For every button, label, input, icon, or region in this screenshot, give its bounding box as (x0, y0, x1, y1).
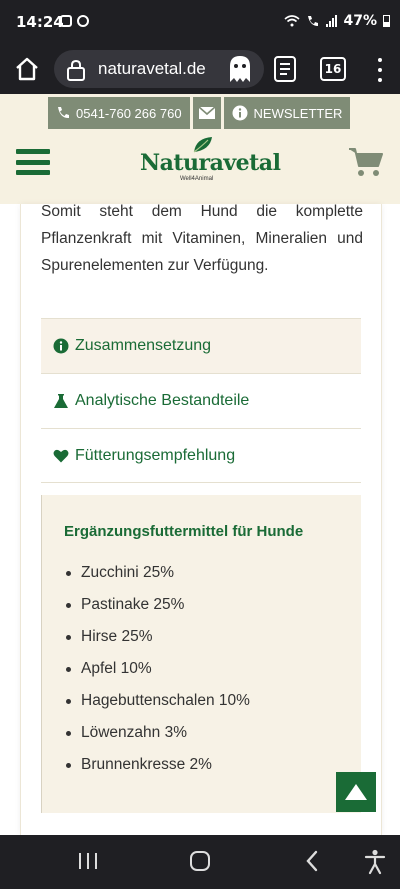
ingredient-list: Zucchini 25% Pastinake 25% Hirse 25% Apf… (64, 557, 250, 781)
info-icon (232, 105, 248, 121)
contact-bar: 0541-760 266 760 NEWSLETTER (48, 97, 351, 129)
product-accordion: Zusammensetzung Analytische Bestandteile… (41, 318, 361, 483)
product-content: Somit steht dem Hund die komplette Pflan… (20, 204, 382, 835)
hamburger-menu-icon[interactable] (16, 149, 50, 175)
phone-link[interactable]: 0541-760 266 760 (48, 97, 190, 129)
notification-sync-icon (77, 15, 89, 27)
accessibility-icon[interactable] (364, 849, 386, 875)
browser-menu-icon[interactable] (372, 56, 388, 84)
browser-toolbar: naturavetal.de 16 (0, 44, 400, 94)
accordion-feeding-recommendation[interactable]: Fütterungsempfehlung (41, 428, 361, 483)
status-right: 47% (284, 13, 390, 29)
notification-icons (60, 15, 89, 27)
signal-icon (326, 15, 338, 27)
accordion-label: Zusammensetzung (75, 337, 212, 354)
newsletter-link[interactable]: NEWSLETTER (223, 97, 351, 129)
back-icon[interactable] (304, 850, 320, 872)
battery-percentage: 47% (343, 13, 377, 29)
list-item: Brunnenkresse 2% (64, 749, 250, 781)
envelope-icon (198, 106, 216, 119)
list-item: Hirse 25% (64, 621, 250, 653)
panel-title: Ergänzungsfuttermittel für Hunde (64, 523, 304, 540)
composition-panel: Ergänzungsfuttermittel für Hunde Zucchin… (41, 495, 361, 813)
email-link[interactable] (192, 97, 221, 129)
phone-number: 0541-760 266 760 (76, 105, 182, 121)
home-icon[interactable] (12, 54, 42, 84)
home-button-icon[interactable] (190, 851, 210, 871)
cart-icon[interactable] (348, 146, 384, 178)
list-item: Zucchini 25% (64, 557, 250, 589)
newsletter-label: NEWSLETTER (253, 105, 343, 121)
status-bar: 14:24 47% (0, 0, 400, 44)
logo-tagline: Well4Animal (180, 176, 214, 182)
heart-icon (53, 449, 69, 462)
accordion-analytical-constituents[interactable]: Analytische Bestandteile (41, 373, 361, 428)
reader-mode-icon[interactable] (272, 54, 298, 84)
url-text: naturavetal.de (98, 59, 206, 78)
site-logo[interactable]: Naturavetal Well4Animal (140, 136, 281, 186)
accordion-label: Fütterungsempfehlung (75, 446, 236, 464)
accordion-composition[interactable]: Zusammensetzung (41, 318, 361, 373)
list-item: Löwenzahn 3% (64, 717, 250, 749)
list-item: Pastinake 25% (64, 589, 250, 621)
list-item: Apfel 10% (64, 653, 250, 685)
logo-brand: Naturavetal (140, 150, 281, 176)
lock-icon (67, 59, 85, 81)
phone-icon (58, 107, 69, 119)
scroll-to-top-button[interactable] (336, 772, 376, 812)
site-header: 0541-760 266 760 NEWSLETTER Naturavetal … (0, 94, 400, 204)
recent-apps-icon[interactable] (79, 853, 97, 869)
call-icon (308, 16, 319, 26)
intro-paragraph: Somit steht dem Hund die komplette Pflan… (41, 204, 363, 274)
list-item: Hagebuttenschalen 10% (64, 685, 250, 717)
ghost-icon[interactable] (226, 54, 254, 84)
tab-switcher-button[interactable]: 16 (320, 57, 346, 81)
flask-icon (54, 394, 68, 408)
accordion-label: Analytische Bestandteile (75, 392, 250, 409)
system-navigation-bar (0, 835, 400, 889)
status-time: 14:24 (16, 13, 64, 31)
wifi-icon (284, 15, 301, 27)
battery-icon (383, 15, 390, 27)
info-icon (53, 338, 69, 354)
notification-app-icon (60, 15, 72, 27)
arrow-up-icon (345, 784, 367, 800)
